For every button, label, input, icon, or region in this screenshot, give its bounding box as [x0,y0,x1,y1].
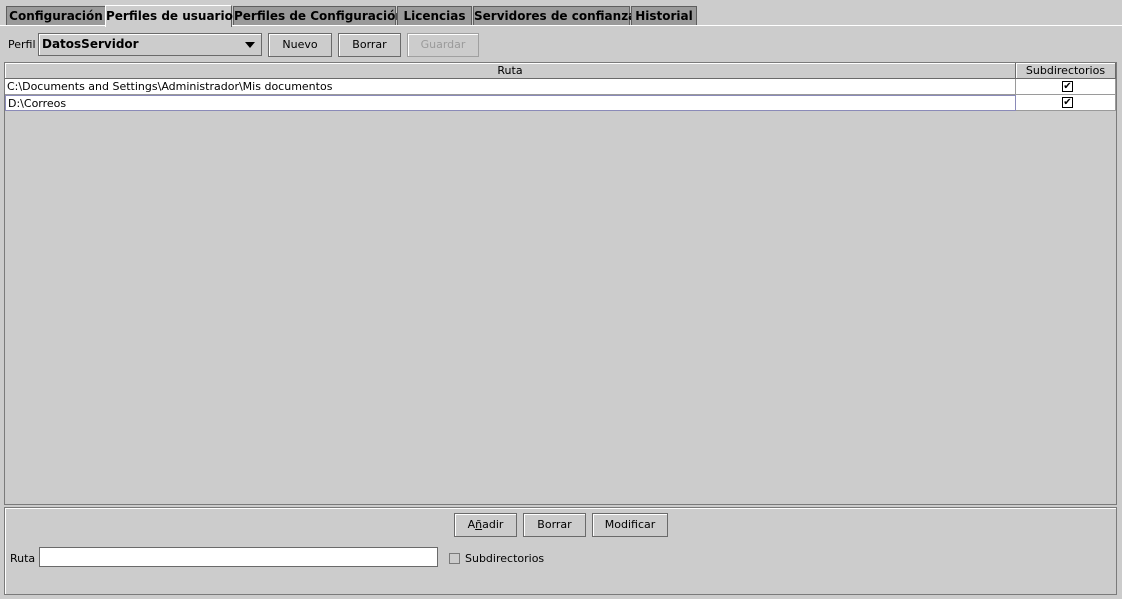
paths-table: Ruta Subdirectorios C:\Documents and Set… [4,62,1117,505]
checkmark-icon[interactable]: ✔ [1062,81,1073,92]
profile-select[interactable]: DatosServidor [38,33,262,56]
save-profile-button: Guardar [407,33,479,57]
path-input[interactable] [39,547,438,567]
tab-licencias[interactable]: Licencias [397,6,472,26]
column-header-ruta[interactable]: Ruta [5,63,1016,79]
tab-historial[interactable]: Historial [631,6,697,26]
subdirs-checkbox[interactable] [449,553,460,564]
path-cell[interactable]: D:\Correos [5,95,1016,111]
new-profile-button[interactable]: Nuevo [268,33,332,57]
table-row[interactable]: C:\Documents and Settings\Administrador\… [5,79,1116,95]
path-label: Ruta [10,552,36,565]
triangle-down-icon[interactable] [245,42,255,48]
modify-path-button[interactable]: Modificar [592,513,668,537]
subdirs-cell[interactable]: ✔ [1016,79,1116,95]
profile-label: Perfil [8,38,36,51]
tab-perfiles-de-configuracion[interactable]: Perfiles de Configuración [233,6,404,26]
path-cell[interactable]: C:\Documents and Settings\Administrador\… [5,79,1016,95]
subdirs-cell[interactable]: ✔ [1016,95,1116,111]
table-row[interactable]: D:\Correos ✔ [5,95,1116,111]
tab-perfiles-de-usuario[interactable]: Perfiles de usuario [105,5,233,27]
checkmark-icon[interactable]: ✔ [1062,97,1073,108]
add-label-pre: A [467,518,476,531]
delete-path-button[interactable]: Borrar [523,513,586,537]
tab-configuracion[interactable]: Configuración [6,6,106,26]
column-header-subdirectorios[interactable]: Subdirectorios [1016,63,1116,79]
add-label-post: adir [482,518,504,531]
add-path-button[interactable]: Añadir [454,513,517,537]
tab-servidores-de-confianza[interactable]: Servidores de confianza [473,6,636,26]
delete-profile-button[interactable]: Borrar [338,33,401,57]
subdirs-checkbox-label[interactable]: Subdirectorios [465,552,544,565]
profile-select-value: DatosServidor [42,37,139,51]
